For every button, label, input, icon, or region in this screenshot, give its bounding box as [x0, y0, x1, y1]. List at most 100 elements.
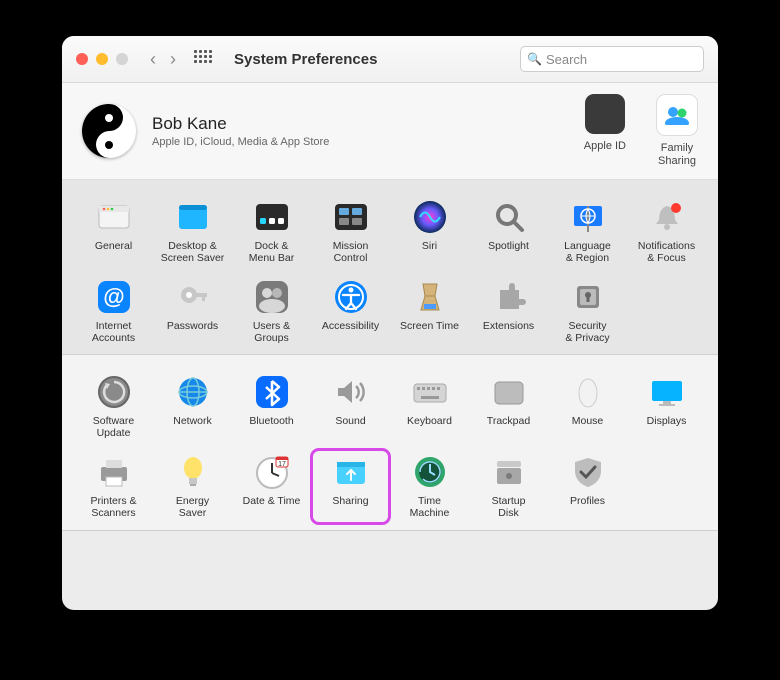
pref-screentime[interactable]: Screen Time: [390, 274, 469, 348]
zoom-button[interactable]: [116, 53, 128, 65]
search-icon: 🔍: [527, 52, 542, 66]
close-button[interactable]: [76, 53, 88, 65]
pref-label: Language & Region: [564, 240, 611, 264]
pref-sound[interactable]: Sound: [311, 369, 390, 443]
bluetooth-icon: [253, 373, 291, 411]
pref-keyboard[interactable]: Keyboard: [390, 369, 469, 443]
timemachine-icon: [411, 453, 449, 491]
pref-bluetooth[interactable]: Bluetooth: [232, 369, 311, 443]
pref-label: Notifications & Focus: [638, 240, 695, 264]
passwords-icon: [174, 278, 212, 316]
general-icon: [95, 198, 133, 236]
sound-icon: [332, 373, 370, 411]
pref-label: Mouse: [572, 415, 604, 439]
pref-siri[interactable]: Siri: [390, 194, 469, 268]
pref-label: Screen Time: [400, 320, 459, 344]
pref-label: Extensions: [483, 320, 534, 344]
pref-security[interactable]: Security & Privacy: [548, 274, 627, 348]
pref-trackpad[interactable]: Trackpad: [469, 369, 548, 443]
apple-logo-icon: [585, 94, 625, 134]
pref-label: Users & Groups: [253, 320, 290, 344]
pref-profiles[interactable]: Profiles: [548, 449, 627, 523]
notifications-icon: [648, 198, 686, 236]
extensions-icon: [490, 278, 528, 316]
pref-users[interactable]: Users & Groups: [232, 274, 311, 348]
energy-icon: [174, 453, 212, 491]
spotlight-icon: [490, 198, 528, 236]
search-field[interactable]: 🔍 Search: [520, 46, 704, 72]
pref-label: Displays: [647, 415, 687, 439]
user-subtitle: Apple ID, iCloud, Media & App Store: [152, 136, 329, 148]
sharing-icon: [332, 453, 370, 491]
pref-extensions[interactable]: Extensions: [469, 274, 548, 348]
pref-general[interactable]: General: [74, 194, 153, 268]
pref-network[interactable]: Network: [153, 369, 232, 443]
pref-label: Startup Disk: [492, 495, 526, 519]
pref-startup[interactable]: Startup Disk: [469, 449, 548, 523]
pref-language[interactable]: Language & Region: [548, 194, 627, 268]
back-button[interactable]: ‹: [150, 49, 156, 70]
printers-icon: [95, 453, 133, 491]
pref-label: Accessibility: [322, 320, 379, 344]
pref-label: Internet Accounts: [92, 320, 135, 344]
prefs-section-1: General Desktop & Screen SaverDock & Menu…: [62, 180, 718, 355]
pref-label: Keyboard: [407, 415, 452, 439]
trackpad-icon: [490, 373, 528, 411]
account-strip: Bob Kane Apple ID, iCloud, Media & App S…: [62, 83, 718, 180]
pref-dock[interactable]: Dock & Menu Bar: [232, 194, 311, 268]
security-icon: [569, 278, 607, 316]
pref-label: Spotlight: [488, 240, 529, 264]
nav-buttons: ‹ ›: [150, 49, 176, 70]
family-icon: [656, 94, 698, 136]
pref-displays[interactable]: Displays: [627, 369, 706, 443]
pref-label: General: [95, 240, 132, 264]
pref-label: Siri: [422, 240, 437, 264]
pref-label: Date & Time: [243, 495, 301, 519]
profiles-icon: [569, 453, 607, 491]
startup-icon: [490, 453, 528, 491]
user-info[interactable]: Bob Kane Apple ID, iCloud, Media & App S…: [152, 114, 329, 148]
pref-desktop[interactable]: Desktop & Screen Saver: [153, 194, 232, 268]
pref-label: Passwords: [167, 320, 218, 344]
displays-icon: [648, 373, 686, 411]
screentime-icon: [411, 278, 449, 316]
system-preferences-window: ‹ › System Preferences 🔍 Search Bob Kane…: [62, 36, 718, 610]
pref-energy[interactable]: Energy Saver: [153, 449, 232, 523]
pref-datetime[interactable]: 17 Date & Time: [232, 449, 311, 523]
pref-mission[interactable]: Mission Control: [311, 194, 390, 268]
forward-button[interactable]: ›: [170, 49, 176, 70]
pref-software[interactable]: Software Update: [74, 369, 153, 443]
pref-passwords[interactable]: Passwords: [153, 274, 232, 348]
pref-label: Software Update: [93, 415, 134, 439]
pref-timemachine[interactable]: Time Machine: [390, 449, 469, 523]
pref-label: Trackpad: [487, 415, 530, 439]
pref-accessibility[interactable]: Accessibility: [311, 274, 390, 348]
pref-label: Sharing: [332, 495, 368, 519]
datetime-icon: 17: [253, 453, 291, 491]
pref-sharing[interactable]: Sharing: [311, 449, 390, 523]
pref-mouse[interactable]: Mouse: [548, 369, 627, 443]
family-sharing-button[interactable]: Family Sharing: [656, 94, 698, 167]
minimize-button[interactable]: [96, 53, 108, 65]
pref-label: Network: [173, 415, 212, 439]
pref-spotlight[interactable]: Spotlight: [469, 194, 548, 268]
pref-label: Sound: [335, 415, 365, 439]
show-all-icon[interactable]: [194, 50, 212, 68]
svg-text:17: 17: [278, 461, 286, 468]
apple-id-button[interactable]: Apple ID: [584, 94, 626, 167]
internet-icon: @: [95, 278, 133, 316]
pref-internet[interactable]: @ Internet Accounts: [74, 274, 153, 348]
pref-printers[interactable]: Printers & Scanners: [74, 449, 153, 523]
dock-icon: [253, 198, 291, 236]
users-icon: [253, 278, 291, 316]
network-icon: [174, 373, 212, 411]
pref-label: Mission Control: [333, 240, 369, 264]
pref-notifications[interactable]: Notifications & Focus: [627, 194, 706, 268]
user-avatar[interactable]: [82, 104, 136, 158]
pref-label: Security & Privacy: [565, 320, 609, 344]
window-controls: [76, 53, 128, 65]
pref-label: Time Machine: [410, 495, 450, 519]
user-name: Bob Kane: [152, 114, 329, 134]
mission-icon: [332, 198, 370, 236]
software-icon: [95, 373, 133, 411]
